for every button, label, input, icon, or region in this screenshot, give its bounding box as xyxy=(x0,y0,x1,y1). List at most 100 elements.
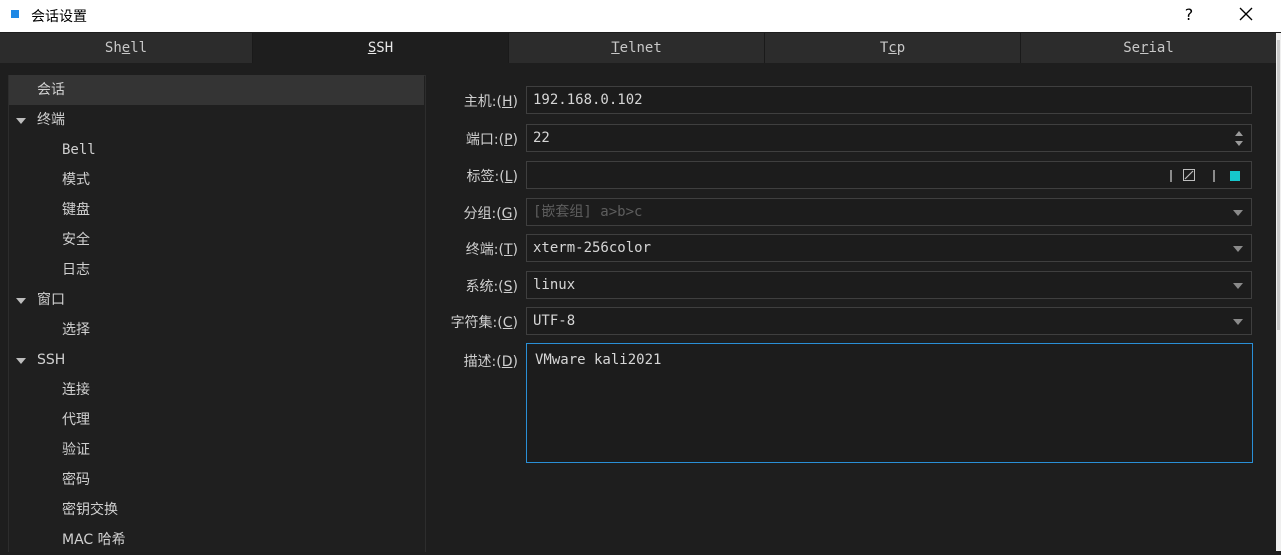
label-text: 终端:( xyxy=(465,242,504,258)
label-text: 系统:( xyxy=(465,279,504,295)
tab-accelerator: r xyxy=(1140,40,1149,56)
label-text: ) xyxy=(512,132,518,148)
charset-select[interactable]: UTF-8 xyxy=(526,307,1252,335)
label-text: 标签:( xyxy=(466,169,505,185)
label-accelerator: G xyxy=(501,206,513,222)
help-button[interactable]: ? xyxy=(1176,4,1202,26)
tab-shell[interactable]: Shell xyxy=(0,33,253,63)
tree-item-cipher[interactable]: 密码 xyxy=(62,465,90,495)
clear-icon[interactable] xyxy=(1183,169,1195,181)
group-label: 分组:(G) xyxy=(428,203,518,223)
tree-item-window[interactable]: 窗口 xyxy=(37,285,65,315)
spin-up-icon[interactable] xyxy=(1235,131,1243,136)
tab-label: p xyxy=(896,40,906,56)
spin-down-icon[interactable] xyxy=(1235,141,1243,146)
tree-item-selection[interactable]: 选择 xyxy=(62,315,90,345)
chevron-down-icon[interactable] xyxy=(16,118,26,124)
tab-serial[interactable]: Serial xyxy=(1021,33,1276,63)
system-select[interactable]: linux xyxy=(526,271,1252,299)
tag-color-swatch[interactable] xyxy=(1230,171,1240,181)
tree-item-connection[interactable]: 连接 xyxy=(62,375,90,405)
tab-telnet[interactable]: Telnet xyxy=(509,33,765,63)
description-label: 描述:(D) xyxy=(428,351,518,371)
tag-input[interactable] xyxy=(526,161,1252,189)
chevron-down-icon[interactable] xyxy=(1233,210,1243,216)
tab-label: Sh xyxy=(104,40,122,56)
tree-item-kex[interactable]: 密钥交换 xyxy=(62,495,118,525)
chevron-down-icon[interactable] xyxy=(1233,319,1243,325)
tree-item-ssh[interactable]: SSH xyxy=(37,345,65,375)
port-stepper[interactable]: 22 xyxy=(526,124,1252,152)
label-accelerator: L xyxy=(504,169,513,185)
label-accelerator: T xyxy=(503,242,513,258)
label-text: 端口:( xyxy=(465,132,505,148)
label-text: 分组:( xyxy=(463,206,502,222)
tag-label: 标签:(L) xyxy=(428,166,518,186)
host-input[interactable]: 192.168.0.102 xyxy=(526,86,1252,114)
divider xyxy=(1170,170,1172,182)
tree-item-security[interactable]: 安全 xyxy=(62,225,90,255)
tree-item-log[interactable]: 日志 xyxy=(62,255,90,285)
tree-item-auth[interactable]: 验证 xyxy=(62,435,90,465)
app-icon xyxy=(11,10,19,18)
tab-accelerator: c xyxy=(888,40,897,56)
label-accelerator: D xyxy=(501,354,513,370)
label-text: 描述:( xyxy=(463,354,502,370)
chevron-down-icon[interactable] xyxy=(1233,246,1243,252)
title-bar: 会话设置 ? xyxy=(0,0,1281,32)
label-text: ) xyxy=(512,169,518,185)
window-title: 会话设置 xyxy=(31,9,87,25)
tab-tcp[interactable]: Tcp xyxy=(765,33,1021,63)
label-text: ) xyxy=(512,354,518,370)
label-accelerator: C xyxy=(502,315,513,331)
label-accelerator: H xyxy=(502,94,513,110)
divider xyxy=(1213,170,1215,182)
label-text: ) xyxy=(512,242,518,258)
description-value: VMware kali2021 xyxy=(535,352,662,368)
tab-bar: Shell SSH Telnet Tcp Serial xyxy=(0,33,1276,63)
terminal-value: xterm-256color xyxy=(533,240,652,256)
close-button[interactable] xyxy=(1232,4,1260,26)
tree-item-proxy[interactable]: 代理 xyxy=(62,405,90,435)
tab-accelerator: e xyxy=(121,40,131,56)
label-text: ) xyxy=(512,94,518,110)
group-select[interactable]: [嵌套组] a>b>c xyxy=(526,198,1252,226)
description-textarea[interactable]: VMware kali2021 xyxy=(526,343,1253,463)
group-placeholder: [嵌套组] a>b>c xyxy=(533,204,643,220)
port-value: 22 xyxy=(533,130,550,146)
label-accelerator: P xyxy=(504,132,513,148)
host-value: 192.168.0.102 xyxy=(533,92,643,108)
chevron-down-icon[interactable] xyxy=(1233,283,1243,289)
terminal-label: 终端:(T) xyxy=(428,239,518,259)
label-text: ) xyxy=(512,206,518,222)
tab-label: ial xyxy=(1148,40,1174,56)
label-text: ) xyxy=(512,315,518,331)
tree-item-terminal[interactable]: 终端 xyxy=(37,105,65,135)
background-window-strip xyxy=(1276,33,1281,551)
tree-item-bell[interactable]: Bell xyxy=(62,135,96,165)
scrollbar-thumb xyxy=(1277,40,1280,330)
tab-label: Se xyxy=(1123,40,1141,56)
charset-value: UTF-8 xyxy=(533,313,576,329)
label-text: 字符集:( xyxy=(450,315,503,331)
terminal-select[interactable]: xterm-256color xyxy=(526,234,1252,262)
tab-label: ll xyxy=(130,40,148,56)
tree-item-mode[interactable]: 模式 xyxy=(62,165,90,195)
tab-label: elnet xyxy=(619,40,662,56)
port-label: 端口:(P) xyxy=(428,129,518,149)
host-label: 主机:(H) xyxy=(428,91,518,111)
tab-label: SH xyxy=(376,40,394,56)
system-value: linux xyxy=(533,277,576,293)
tree-item-keyboard[interactable]: 键盘 xyxy=(62,195,90,225)
label-text: 主机:( xyxy=(463,94,502,110)
tab-accelerator: T xyxy=(611,40,620,56)
close-icon xyxy=(1239,7,1253,21)
label-accelerator: S xyxy=(503,279,513,295)
label-text: ) xyxy=(512,279,518,295)
system-label: 系统:(S) xyxy=(428,276,518,296)
charset-label: 字符集:(C) xyxy=(428,312,518,332)
tree-item-session[interactable]: 会话 xyxy=(9,75,424,105)
chevron-down-icon[interactable] xyxy=(16,358,26,364)
tab-ssh[interactable]: SSH xyxy=(253,33,509,63)
chevron-down-icon[interactable] xyxy=(16,298,26,304)
